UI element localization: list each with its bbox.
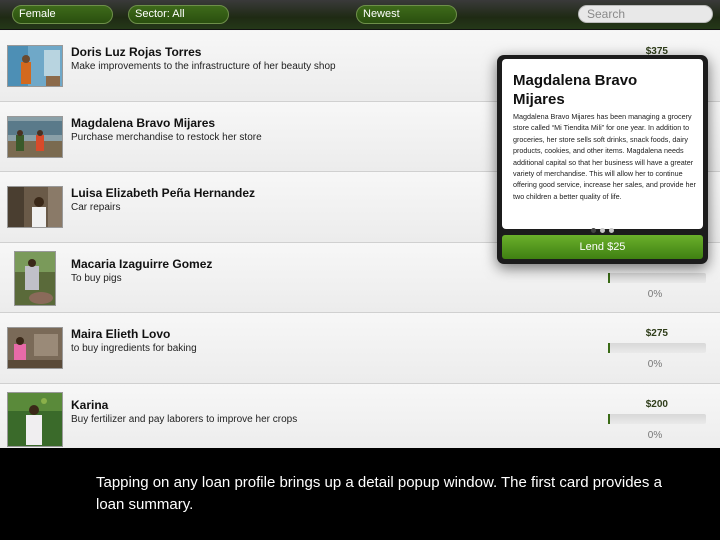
sort-button[interactable]: Newest [356,5,457,24]
pigs-photo [14,250,56,306]
loan-purpose: To buy pigs [71,272,122,284]
popup-title: Magdalena Bravo Mijares [513,72,638,108]
popup-description: Magdalena Bravo Mijares has been managin… [513,112,696,201]
borrower-name: Karina [71,397,109,412]
woman-indoors-photo [7,186,63,228]
borrower-name: Luisa Elizabeth Peña Hernandez [71,186,256,200]
borrower-name: Maira Elieth Lovo [71,327,171,341]
loan-amount: $275 [645,328,668,339]
sector-filter-button[interactable]: Sector: All [128,5,229,24]
funded-percent: 0% [647,429,663,441]
borrower-name: Magdalena Bravo Mijares [71,115,216,130]
page-dot[interactable] [609,228,614,233]
loan-detail-popup[interactable]: Magdalena Bravo Mijares Magdalena Bravo … [497,55,708,264]
loan-purpose: Make improvements to the infrastructure … [71,61,336,72]
funded-percent: 0% [647,288,663,300]
funding-progress-fill [608,272,610,283]
funding-progress-bar [608,413,706,424]
page-dot[interactable] [591,228,596,233]
loan-summary-card: Magdalena Bravo Mijares Magdalena Bravo … [502,59,703,233]
loan-row[interactable]: Karina Buy fertilizer and pay laborers t… [0,383,720,448]
funding-progress-fill [608,343,610,353]
lend-button[interactable]: Lend $25 [502,235,703,259]
funding-progress-bar [608,272,706,283]
couple-outdoors-photo [7,115,63,158]
page-dot[interactable] [600,228,605,233]
slide-caption: Tapping on any loan profile brings up a … [96,474,662,513]
funded-percent: 0% [647,359,663,370]
loan-purpose: Buy fertilizer and pay laborers to impro… [71,413,298,425]
woman-in-shop-photo [7,45,63,87]
gender-filter-button[interactable]: Female [12,5,113,24]
funding-progress-bar [608,343,706,353]
search-input[interactable]: Search [578,5,713,23]
loan-purpose: Purchase merchandise to restock her stor… [71,131,262,143]
funding-progress-fill [608,413,610,424]
borrower-name: Macaria Izaguirre Gomez [71,256,213,271]
woman-crops-photo [7,391,63,447]
woman-baking-photo [7,327,63,369]
app-window: Female Sector: All Newest Search Doris L… [0,0,720,448]
loan-row[interactable]: Maira Elieth Lovo to buy ingredients for… [0,313,720,384]
filter-toolbar: Female Sector: All Newest Search [0,0,720,30]
loan-amount: $200 [645,398,668,410]
loan-purpose: to buy ingredients for baking [71,343,197,354]
borrower-name: Doris Luz Rojas Torres [71,45,202,59]
loan-purpose: Car repairs [71,202,121,213]
